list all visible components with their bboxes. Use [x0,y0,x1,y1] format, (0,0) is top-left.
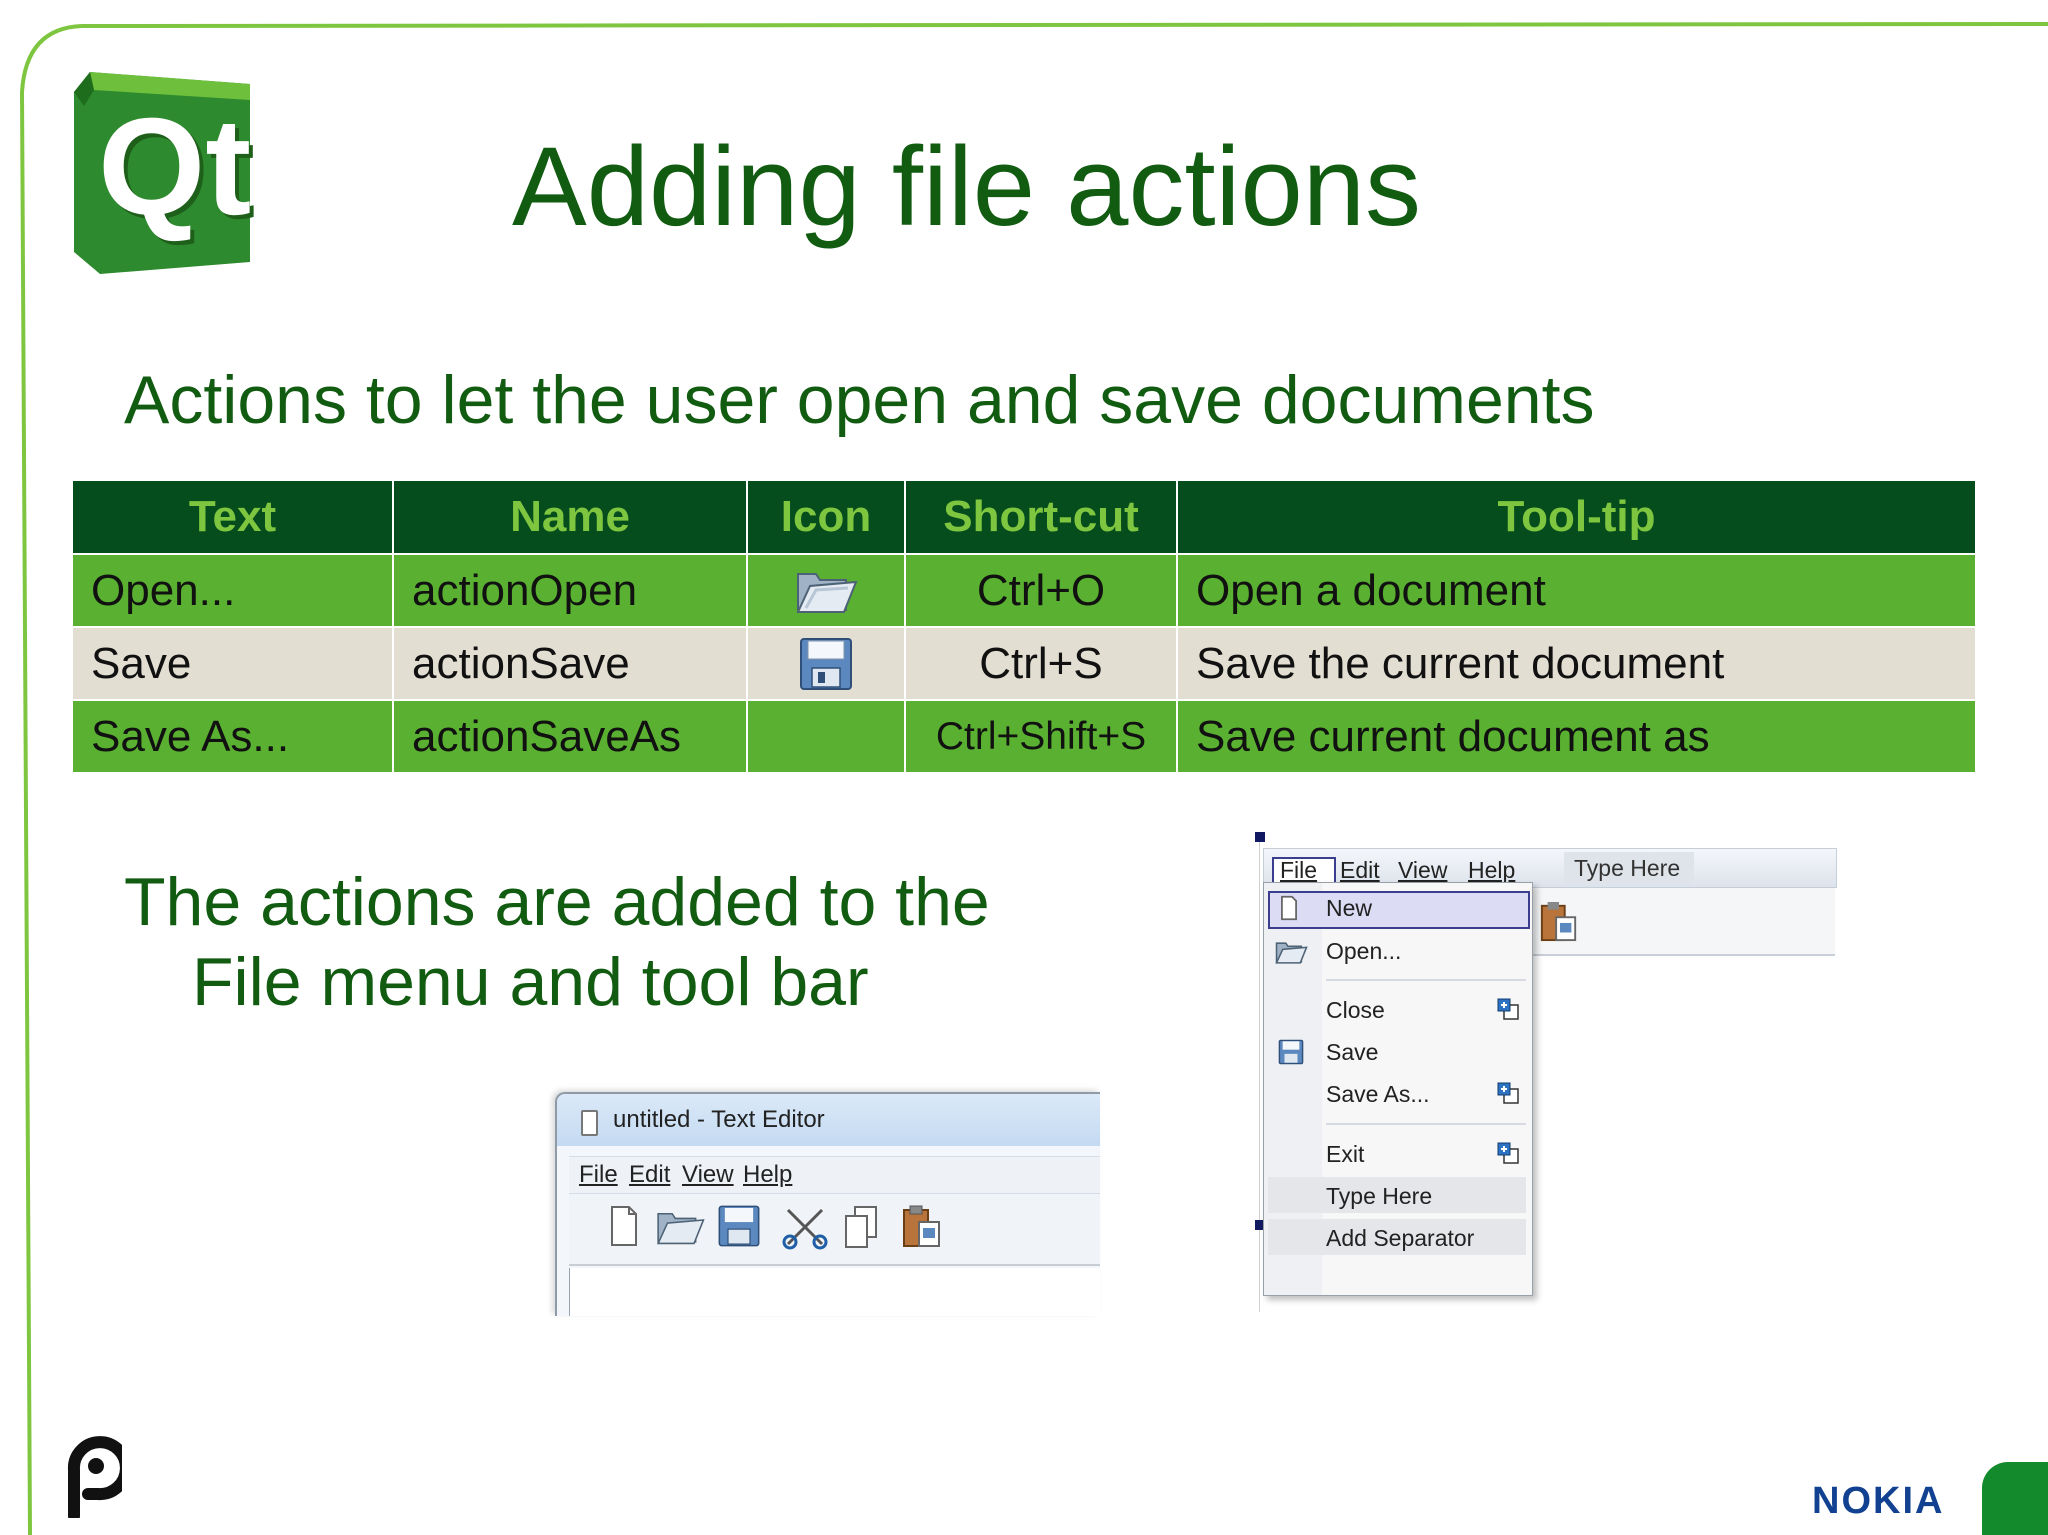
editor-window-title: untitled - Text Editor [613,1106,825,1133]
copy-icon[interactable] [843,1204,879,1250]
scissors-icon[interactable] [782,1204,828,1250]
cell-shortcut: Ctrl+Shift+S [905,699,1178,772]
menu-item-open[interactable]: Open... [1326,938,1401,965]
slide: Qt Qt Adding file actions Actions to let… [0,0,2048,1535]
cell-shortcut: Ctrl+O [905,553,1178,627]
menu-item-close[interactable]: Close [1326,997,1385,1024]
menu-item-exit[interactable]: Exit [1326,1141,1364,1168]
menu-separator [1326,979,1526,981]
new-file-icon[interactable] [609,1204,639,1248]
menu-item-save-as[interactable]: Save As... [1326,1081,1430,1108]
header-tooltip: Tool-tip [1177,481,1975,554]
table-row: Save actionSave Ctrl+S Save the current … [73,626,1975,700]
editor-toolbar [569,1194,1100,1266]
selection-handle [1255,832,1265,842]
menu-edit[interactable]: Edit [1340,857,1380,884]
body-text: The actions are added to the File menu a… [124,862,990,1022]
editor-titlebar: untitled - Text Editor [557,1094,1100,1146]
menu-help[interactable]: Help [1468,857,1515,884]
corner-tab [1982,1462,2048,1535]
header-icon: Icon [747,481,906,554]
new-file-icon [1281,895,1297,921]
cell-shortcut: Ctrl+S [905,626,1178,700]
editor-text-area[interactable] [569,1268,1100,1316]
cell-text: Save As... [73,699,394,772]
cell-name: actionSaveAs [393,699,748,772]
actions-table: Text Name Icon Short-cut Tool-tip Open..… [73,481,1975,772]
menu-view[interactable]: View [682,1161,734,1189]
menu-file[interactable]: File [1280,857,1317,884]
menu-help[interactable]: Help [743,1161,792,1189]
menu-item-new[interactable]: New [1326,895,1372,922]
menu-item-type-here[interactable]: Type Here [1326,1183,1432,1210]
cell-name: actionSave [393,626,748,700]
header-text: Text [73,481,394,554]
floppy-disk-icon [800,637,852,690]
cell-text: Save [73,626,394,700]
text-editor-window: untitled - Text Editor File Edit View He… [555,1092,1100,1316]
cell-tooltip: Save current document as [1177,699,1975,772]
menu-designer: File Edit View Help Type Here New Open..… [1255,830,1837,1312]
nokia-logo: NOKIA [1812,1480,1945,1522]
qt-logo: Qt Qt [74,72,254,274]
submenu-icon[interactable] [1496,997,1520,1021]
menu-edit[interactable]: Edit [629,1161,670,1189]
editor-menubar: File Edit View Help [569,1156,1100,1194]
menu-item-add-separator[interactable]: Add Separator [1326,1225,1474,1252]
menu-separator [1326,1123,1526,1125]
submenu-icon[interactable] [1496,1081,1520,1105]
slide-title: Adding file actions [512,124,1422,249]
slide-subtitle: Actions to let the user open and save do… [124,362,1595,438]
folder-open-icon [1275,942,1308,964]
cell-name: actionOpen [393,553,748,627]
table-row: Open... actionOpen Ctrl+O Open a documen… [73,553,1975,627]
body-line-1: The actions are added to the [124,864,990,940]
cell-icon [747,699,906,772]
floppy-disk-icon[interactable] [717,1204,761,1248]
guide-line [1259,842,1260,1312]
header-name: Name [393,481,748,554]
menu-type-here[interactable]: Type Here [1564,852,1694,884]
folder-open-icon [796,572,858,613]
file-menu-dropdown: New Open... Close Save Save As... Exit T… [1263,882,1533,1296]
cell-icon [747,626,906,700]
floppy-disk-icon [1278,1039,1304,1065]
cell-icon [747,553,906,627]
table-header-row: Text Name Icon Short-cut Tool-tip [73,481,1975,554]
cell-text: Open... [73,553,394,627]
document-icon [581,1110,598,1136]
menu-view[interactable]: View [1398,857,1447,884]
cell-tooltip: Save the current document [1177,626,1975,700]
paste-icon[interactable] [901,1204,943,1250]
svg-text:Qt: Qt [98,90,251,244]
cell-tooltip: Open a document [1177,553,1975,627]
folder-open-icon[interactable] [655,1204,705,1250]
submenu-icon[interactable] [1496,1141,1520,1165]
menu-file[interactable]: File [579,1161,618,1189]
header-shortcut: Short-cut [905,481,1178,554]
paste-icon[interactable] [1539,900,1579,944]
table-row: Save As... actionSaveAs Ctrl+Shift+S Sav… [73,699,1975,772]
menu-item-save[interactable]: Save [1326,1039,1378,1066]
menu-item-highlight [1268,891,1530,929]
brand-mark-icon [67,1436,122,1518]
body-line-2: File menu and tool bar [192,944,869,1020]
